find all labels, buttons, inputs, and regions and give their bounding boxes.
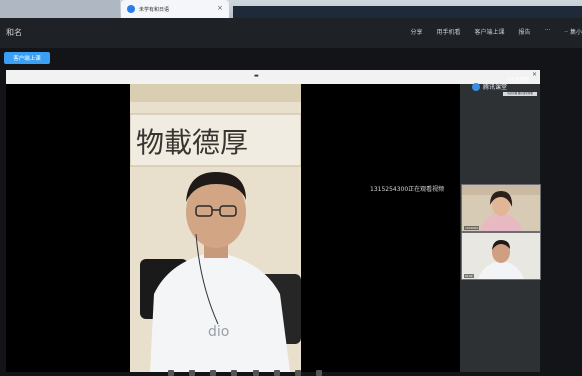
participant-name: 0102 bbox=[464, 274, 474, 278]
nav-item-more[interactable]: ··· bbox=[545, 27, 551, 36]
nav-item-client[interactable]: 客户端上课 bbox=[475, 27, 505, 36]
site-header: 和名 分享 用手机看 客户端上课 报告 ··· ·· 集小 bbox=[0, 18, 582, 48]
browser-tab[interactable]: 未学有和日语 × bbox=[121, 0, 229, 18]
browser-tab-strip bbox=[0, 0, 120, 18]
browser-tab-bar-spacer bbox=[233, 6, 582, 18]
player-handle-icon[interactable]: ▬ bbox=[254, 73, 259, 79]
nav-item-mobile[interactable]: 用手机看 bbox=[436, 27, 460, 36]
client-class-button[interactable]: 客户端上课 bbox=[4, 52, 50, 64]
tab-title: 未学有和日语 bbox=[139, 6, 170, 13]
control-icon[interactable] bbox=[316, 370, 323, 376]
control-icon[interactable] bbox=[210, 370, 217, 376]
control-icon[interactable] bbox=[231, 370, 238, 376]
brand-logo: 腾讯课堂 bbox=[472, 82, 507, 91]
participant-student-scene bbox=[462, 233, 540, 279]
player-close-icon[interactable]: × bbox=[532, 71, 537, 78]
main-video-feed: 物載德厚 dio bbox=[130, 84, 301, 372]
tab-close-icon[interactable]: × bbox=[217, 4, 223, 12]
control-icon[interactable] bbox=[273, 370, 280, 376]
browser-tab-bar: 未学有和日语 × bbox=[0, 0, 582, 18]
site-title: 和名 bbox=[6, 28, 22, 37]
participant-thumbnail[interactable]: 1000000 bbox=[461, 184, 541, 232]
brand-links[interactable]: 咨询 举报视频 bbox=[507, 77, 529, 82]
control-icon[interactable] bbox=[167, 370, 174, 376]
participant-name: 1000000 bbox=[464, 226, 480, 230]
player-topbar: ▬ × bbox=[6, 70, 540, 84]
brand-name: 腾讯课堂 bbox=[483, 84, 508, 91]
main-video-scene: 物載德厚 dio bbox=[130, 84, 301, 372]
brand-subtitle: 当前直播 腾讯课堂观看 bbox=[503, 92, 537, 96]
player-controls bbox=[160, 370, 330, 376]
participant-teacher-scene bbox=[462, 185, 540, 231]
calligraphy-text: 物載德厚 bbox=[136, 126, 248, 159]
participant-thumbnail[interactable]: 0102 bbox=[461, 232, 541, 280]
shirt-text: dio bbox=[208, 324, 229, 340]
control-icon[interactable] bbox=[252, 370, 259, 376]
nav-item-user[interactable]: ·· 集小 bbox=[564, 27, 582, 36]
viewer-notice: 1315254300正在观看视频 bbox=[370, 186, 445, 193]
header-nav: 分享 用手机看 客户端上课 报告 ··· ·· 集小 bbox=[396, 27, 582, 36]
tab-favicon-icon bbox=[127, 5, 135, 13]
nav-item-report[interactable]: 报告 bbox=[519, 27, 531, 36]
brand-logo-icon bbox=[472, 82, 480, 91]
control-icon[interactable] bbox=[295, 370, 302, 376]
control-icon[interactable] bbox=[188, 370, 195, 376]
nav-item-share[interactable]: 分享 bbox=[410, 27, 422, 36]
